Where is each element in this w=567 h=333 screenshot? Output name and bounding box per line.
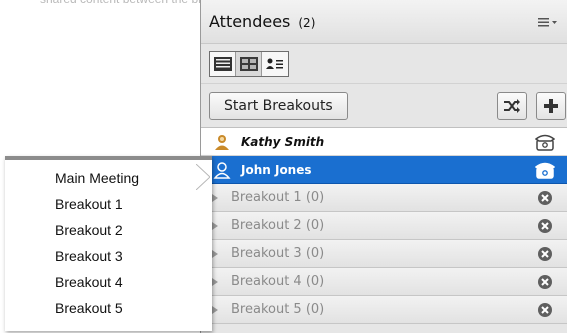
- menu-item-breakout-1[interactable]: Breakout 1: [55, 196, 123, 212]
- expand-arrow-icon[interactable]: [211, 221, 219, 231]
- view-mode-bar: [201, 44, 567, 84]
- breakout-actions-bar: Start Breakouts: [201, 84, 567, 128]
- attendee-row[interactable]: Kathy Smith: [201, 128, 567, 156]
- phone-icon: [535, 162, 555, 179]
- attendee-row-selected[interactable]: John Jones: [201, 156, 567, 184]
- close-icon[interactable]: [537, 218, 553, 234]
- close-icon[interactable]: [537, 190, 553, 206]
- close-icon[interactable]: [537, 302, 553, 318]
- attendee-count: (2): [298, 15, 316, 30]
- shuffle-button[interactable]: [497, 92, 527, 120]
- host-user-icon: [215, 134, 229, 150]
- attendee-list-icon: [266, 58, 283, 69]
- expand-arrow-icon[interactable]: [211, 277, 219, 287]
- expand-arrow-icon[interactable]: [211, 305, 219, 315]
- move-to-menu: Main Meeting Breakout 1 Breakout 2 Break…: [5, 156, 212, 331]
- start-breakouts-button[interactable]: Start Breakouts: [209, 91, 348, 120]
- grid-view-icon: [239, 56, 258, 71]
- panel-title: Attendees: [209, 12, 291, 31]
- attendee-list-button[interactable]: [262, 52, 288, 76]
- view-mode-toggle: [209, 50, 289, 77]
- breakout-room-row[interactable]: Breakout 2 (0): [201, 212, 567, 240]
- add-breakout-button[interactable]: [536, 92, 566, 120]
- breakout-room-row[interactable]: Breakout 5 (0): [201, 296, 567, 324]
- hamburger-dropdown-icon[interactable]: [537, 14, 559, 30]
- close-icon[interactable]: [537, 274, 553, 290]
- shuffle-icon: [504, 99, 520, 113]
- menu-item-breakout-4[interactable]: Breakout 4: [55, 274, 123, 290]
- plus-icon: [544, 99, 558, 113]
- breakout-room-label: Breakout 2 (0): [231, 218, 325, 233]
- breakout-room-row[interactable]: Breakout 3 (0): [201, 240, 567, 268]
- breakout-room-label: Breakout 4 (0): [231, 274, 325, 289]
- breakout-room-row[interactable]: Breakout 4 (0): [201, 268, 567, 296]
- attendees-panel: Attendees (2) Start Breakouts Kathy Smit…: [200, 0, 567, 333]
- menu-item-main-meeting[interactable]: Main Meeting: [55, 170, 139, 186]
- breakout-room-label: Breakout 1 (0): [231, 190, 325, 205]
- close-icon[interactable]: [537, 246, 553, 262]
- expand-arrow-icon[interactable]: [211, 193, 219, 203]
- menu-pointer-notch: [196, 164, 210, 190]
- grid-view-button[interactable]: [236, 51, 262, 76]
- menu-item-breakout-3[interactable]: Breakout 3: [55, 248, 123, 264]
- background-caption-text: shared content between the breakout: [40, 0, 200, 8]
- attendees-panel-header: Attendees (2): [201, 0, 567, 44]
- phone-icon: [535, 134, 555, 151]
- list-view-button[interactable]: [210, 51, 236, 76]
- menu-item-breakout-2[interactable]: Breakout 2: [55, 222, 123, 238]
- expand-arrow-icon[interactable]: [211, 249, 219, 259]
- attendee-name: John Jones: [241, 162, 312, 177]
- breakout-room-row[interactable]: Breakout 1 (0): [201, 184, 567, 212]
- attendee-name: Kathy Smith: [241, 134, 325, 149]
- menu-item-breakout-5[interactable]: Breakout 5: [55, 300, 123, 316]
- list-view-icon: [213, 56, 232, 71]
- breakout-room-label: Breakout 3 (0): [231, 246, 325, 261]
- breakout-room-label: Breakout 5 (0): [231, 302, 325, 317]
- user-icon: [213, 161, 231, 179]
